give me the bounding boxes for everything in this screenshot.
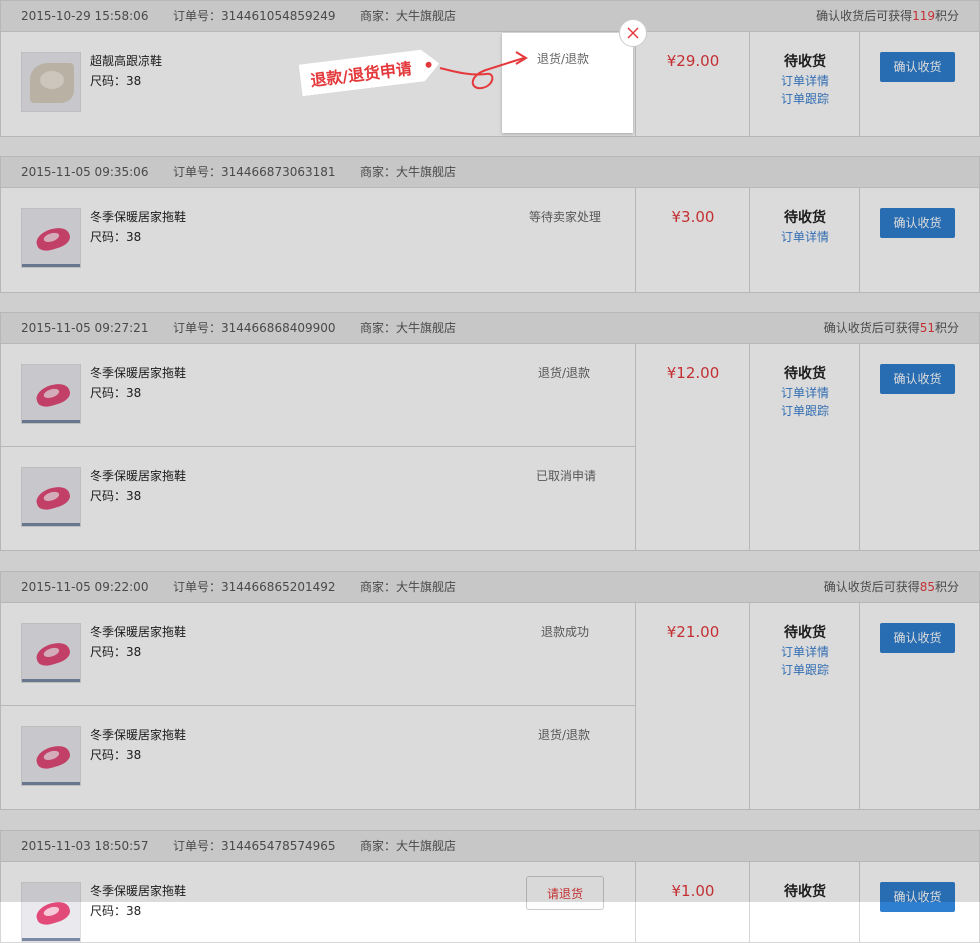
refund-option[interactable]: 退货/退款: [537, 50, 589, 67]
callout-dot-icon: [425, 61, 432, 68]
modal-overlay[interactable]: [0, 0, 980, 902]
callout-label: 退款/退货申请: [309, 58, 413, 91]
arrow-icon: [439, 51, 528, 90]
thumbnail-base: [22, 938, 80, 941]
slipper-image: [33, 898, 73, 928]
product-size: 尺码：38: [90, 904, 142, 918]
refund-callout: 退款/退货申请: [300, 56, 440, 88]
close-icon[interactable]: [619, 19, 647, 47]
